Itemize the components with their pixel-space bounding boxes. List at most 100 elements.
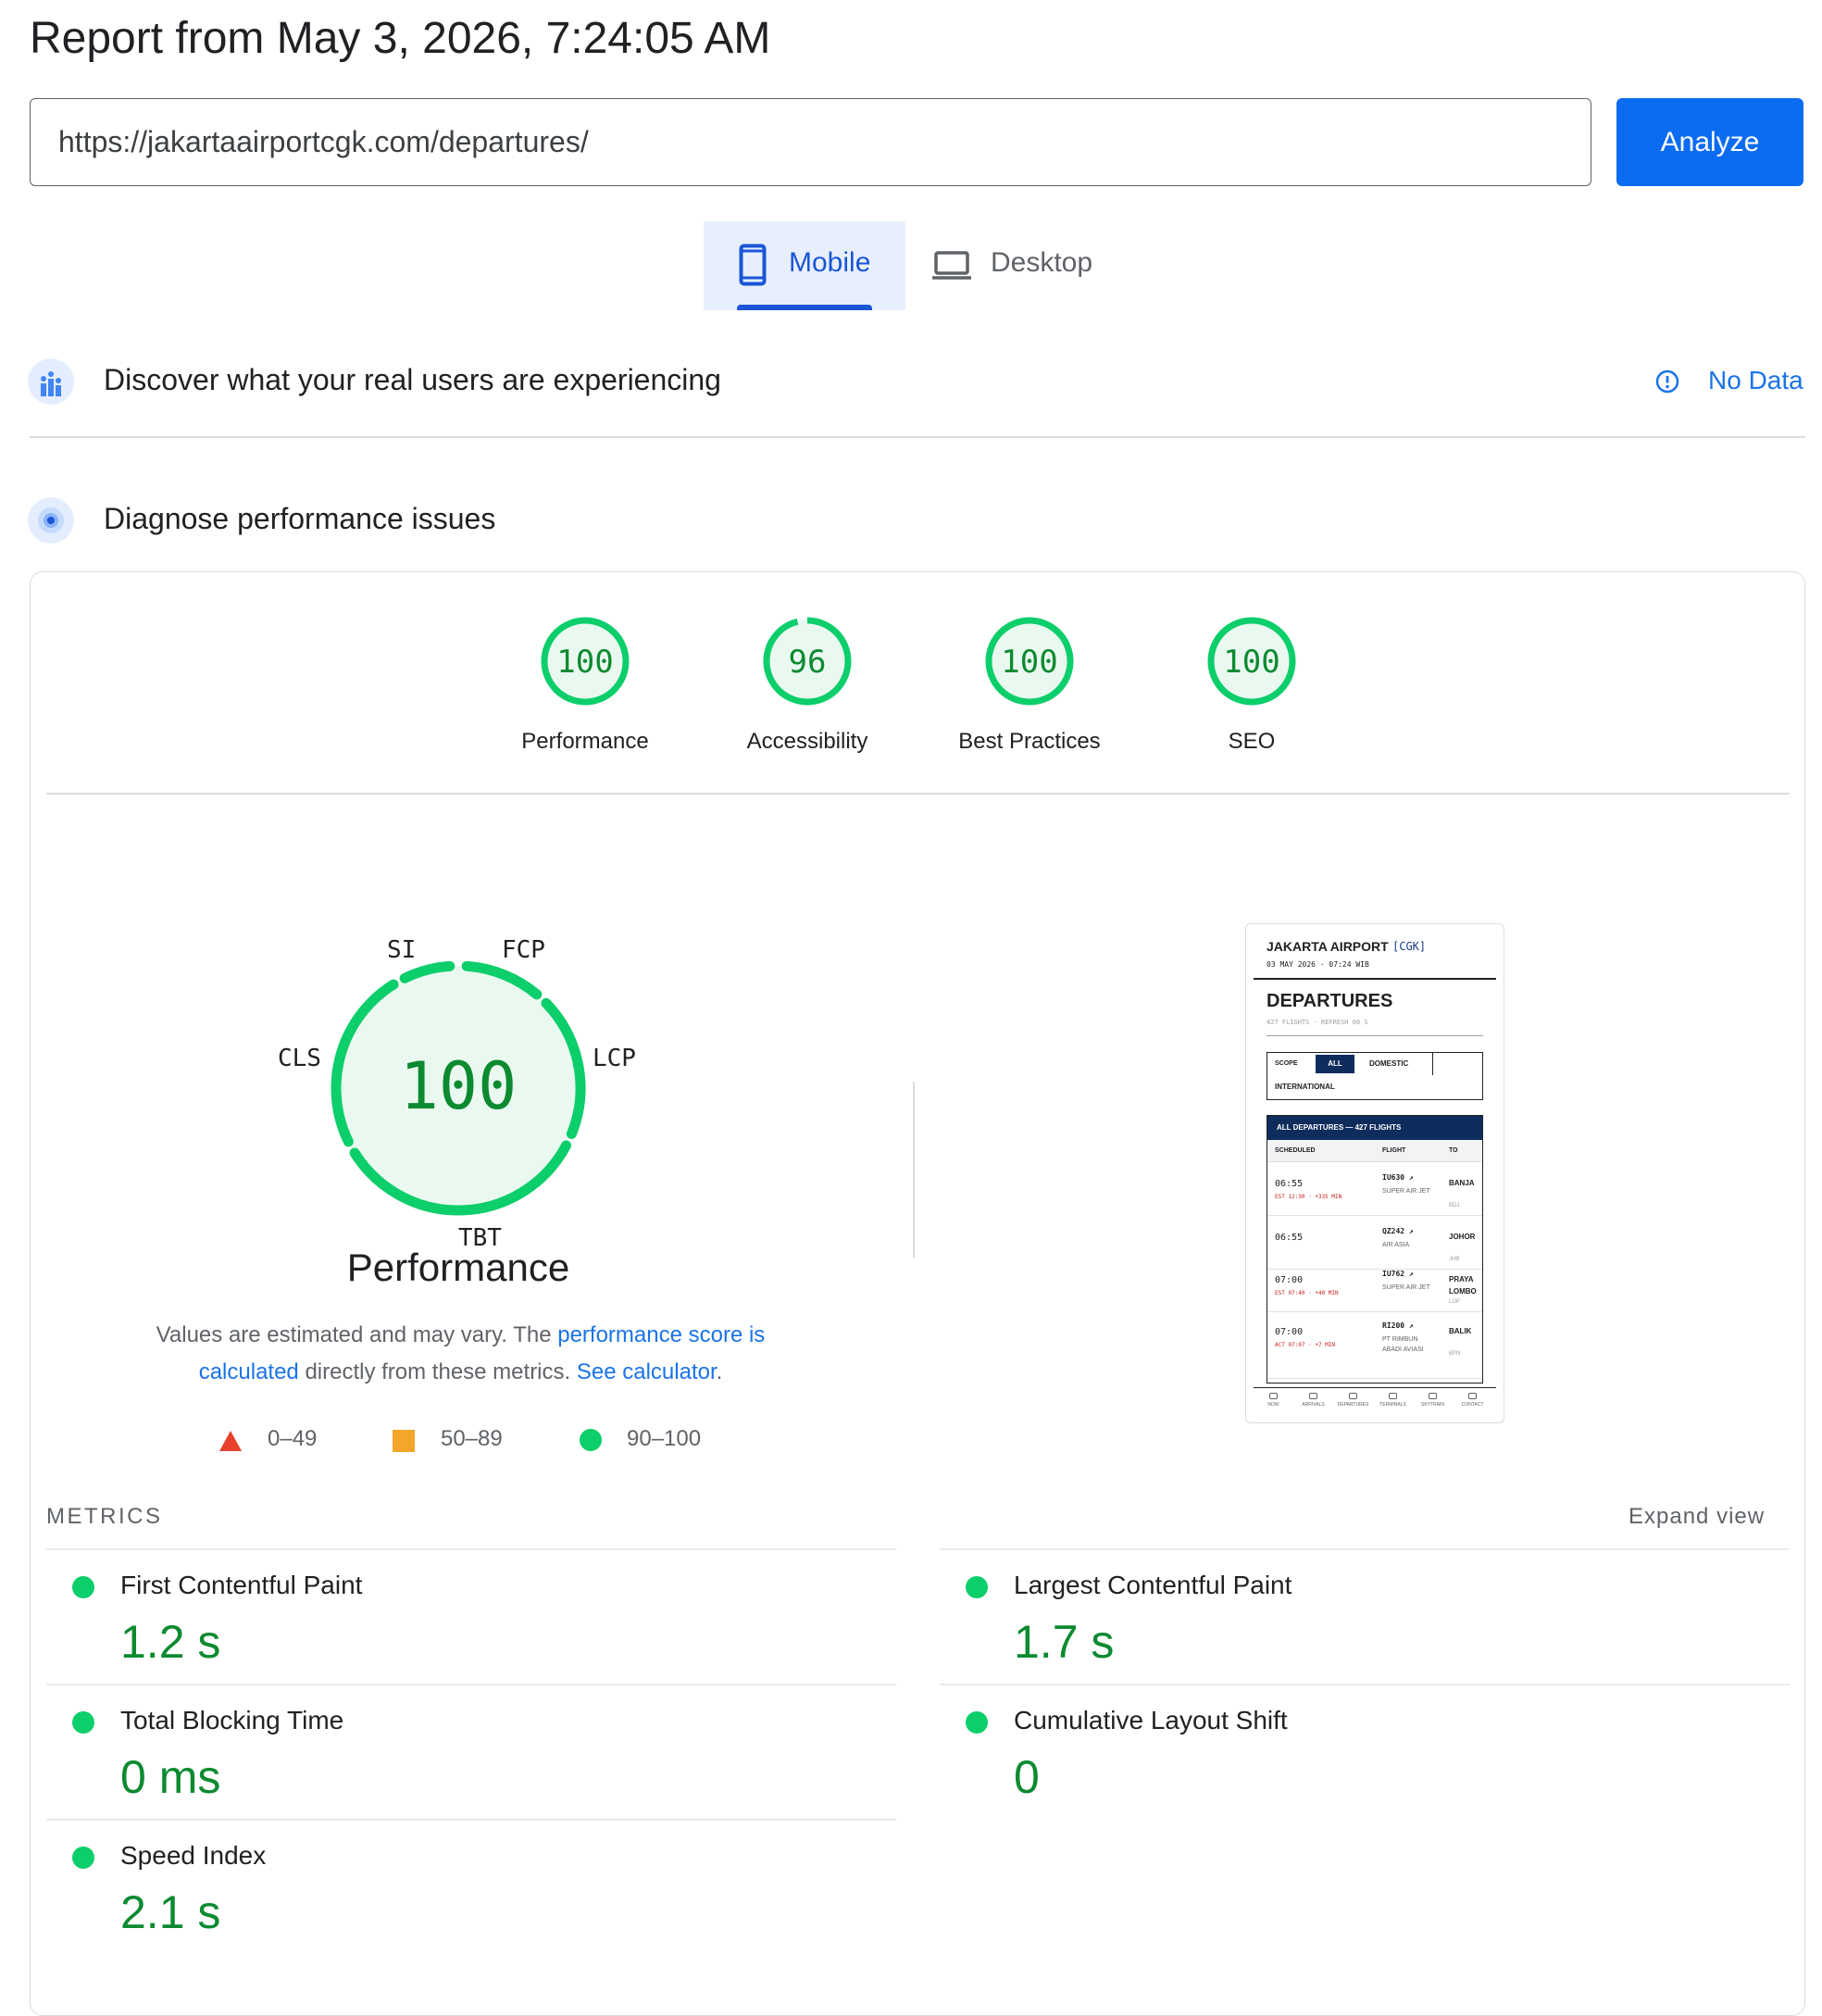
pass-circle-icon [72,1847,94,1869]
note-text: directly from these metrics. [298,1359,577,1384]
thumb-nav-item: ARRIVALS [1293,1393,1333,1408]
metric-largest-contentful-paint: Largest Contentful Paint 1.7 s [940,1548,1790,1678]
performance-gauge[interactable]: 100 [324,954,593,1222]
thumb-col: TO [1449,1147,1458,1154]
performance-gauge-value: 100 [400,1048,517,1124]
pass-circle-icon [966,1711,988,1734]
url-input-value: https://jakartaairportcgk.com/departures… [58,125,589,158]
thumb-date: 03 MAY 2026 · 07:24 WIB [1267,960,1369,969]
score-gauge-seo[interactable]: 100 [1204,613,1300,714]
pass-circle-icon [72,1576,94,1598]
thumb-filter-all: ALL [1316,1055,1354,1073]
field-data-title: Discover what your real users are experi… [104,363,721,396]
legend-range-pass: 90–100 [627,1426,702,1451]
metric-speed-index: Speed Index 2.1 s [46,1819,896,1948]
phone-icon [739,244,767,286]
thumb-col: SCHEDULED [1275,1147,1316,1154]
thumb-rule [1267,1035,1483,1036]
metric-value: 2.1 s [120,1886,221,1938]
thumb-nav-icon [1269,1393,1278,1399]
thumb-row-flight: RI200 ↗ [1382,1321,1414,1330]
score-gauge-label: Best Practices [958,729,1101,754]
thumb-col: FLIGHT [1382,1147,1406,1154]
thumb-nav-item: DEPARTURES [1333,1393,1373,1408]
thumb-filter-box: SCOPE ALL DOMESTIC INTERNATIONAL [1267,1052,1483,1100]
gauge-label-si: SI [387,936,417,964]
expand-view-toggle[interactable]: Expand view [1629,1504,1765,1530]
thumb-nav-label: DEPARTURES [1337,1402,1369,1408]
thumb-table-row: 07:00 ACT 07:07 · +7 MIN RI200 ↗ PT RIMBUN … [1267,1314,1482,1379]
thumb-nav-item: NOW [1254,1393,1293,1408]
gauge-label-fcp: FCP [502,936,545,964]
thumb-nav-icon [1349,1393,1357,1399]
thumb-scope: SCOPE [1275,1060,1298,1067]
analyze-button[interactable]: Analyze [1616,98,1803,186]
average-square-icon [393,1430,415,1452]
thumb-sub: 427 FLIGHTS · REFRESH 60 S [1267,1019,1368,1026]
note-text: Values are estimated and may vary. The [156,1322,558,1347]
thumb-row-time: 07:00 [1275,1327,1304,1337]
performance-gauge-title: Performance [346,1246,570,1289]
thumb-row-code: LOP [1449,1299,1461,1305]
diagnose-title: Diagnose performance issues [104,502,496,535]
tab-mobile[interactable]: Mobile [704,221,905,310]
thumb-rule [1254,978,1496,980]
thumb-row-airline: PT RIMBUN ABADI AVIASI [1382,1336,1424,1353]
thumb-row-code: BDJ [1449,1203,1460,1208]
thumb-row-est: ACT 07:07 · +7 MIN [1275,1342,1336,1348]
thumb-row-flight: IU630 ↗ [1382,1173,1414,1182]
thumb-nav-label: ARRIVALS [1302,1402,1325,1408]
note-text: . [716,1359,723,1384]
tab-desktop-label: Desktop [991,247,1093,278]
thumb-nav-item: SKYTRAIN [1413,1393,1453,1408]
score-gauge-value: 96 [789,644,827,681]
diagnose-icon [28,497,74,544]
metric-name: Speed Index [120,1841,267,1870]
thumb-nav-item: CONTACT [1453,1393,1492,1408]
no-data-status[interactable]: No Data [1708,366,1803,395]
score-gauge-performance[interactable]: 100 [537,613,633,714]
tab-desktop[interactable]: Desktop [926,221,1128,310]
thumb-row-to: PRAYA LOMBO [1449,1275,1477,1296]
thumb-row-to: BALIK [1449,1327,1472,1335]
score-gauge-label: Performance [521,729,649,754]
thumb-nav-icon [1389,1393,1397,1399]
legend-range-average: 50–89 [441,1426,503,1451]
tab-mobile-label: Mobile [789,247,871,278]
thumb-row-to: BANJA [1449,1179,1475,1187]
score-gauge-accessibility[interactable]: 96 [759,613,855,714]
thumb-row-code: BPN [1449,1351,1461,1357]
thumb-row-time: 06:55 [1275,1233,1304,1243]
url-input[interactable]: https://jakartaairportcgk.com/departures… [30,98,1591,186]
thumb-nav-label: CONTACT [1461,1402,1484,1408]
score-gauge-best-practices[interactable]: 100 [981,613,1078,714]
info-icon [1655,369,1679,394]
scores-divider [46,793,1790,795]
thumb-nav-icon [1468,1393,1477,1399]
thumb-filter-domestic: DOMESTIC [1369,1059,1409,1068]
page-screenshot-thumbnail[interactable]: JAKARTA AIRPORT [CGK] 03 MAY 2026 · 07:2… [1245,923,1504,1423]
thumb-nav-icon [1309,1393,1317,1399]
report-title: Report from May 3, 2026, 7:24:05 AM [30,14,771,63]
vertical-divider [913,1082,915,1258]
thumb-row-flight: IU762 ↗ [1382,1270,1414,1278]
thumb-row-time: 06:55 [1275,1179,1304,1189]
score-note: Values are estimated and may vary. The p… [120,1317,801,1391]
legend-range-fail: 0–49 [268,1426,318,1451]
score-gauge-label: Accessibility [746,729,868,754]
laptop-icon [932,251,971,280]
see-calculator-link[interactable]: See calculator [577,1359,717,1384]
score-gauge-value: 100 [1001,644,1057,681]
thumb-table: ALL DEPARTURES — 427 FLIGHTS SCHEDULED F… [1267,1115,1483,1384]
section-divider [30,436,1805,438]
thumb-row-to: JOHOR [1449,1233,1476,1241]
metric-value: 1.7 s [1014,1616,1115,1668]
thumb-nav-label: SKYTRAIN [1420,1402,1444,1408]
metric-name: Total Blocking Time [120,1706,344,1734]
thumb-nav-icon [1429,1393,1437,1399]
thumb-table-title: ALL DEPARTURES — 427 FLIGHTS [1267,1116,1482,1140]
thumb-row-est: EST 07:40 · +40 MIN [1275,1290,1339,1296]
metric-name: Cumulative Layout Shift [1014,1706,1288,1734]
metric-value: 0 [1014,1751,1040,1803]
metric-value: 1.2 s [120,1616,221,1668]
